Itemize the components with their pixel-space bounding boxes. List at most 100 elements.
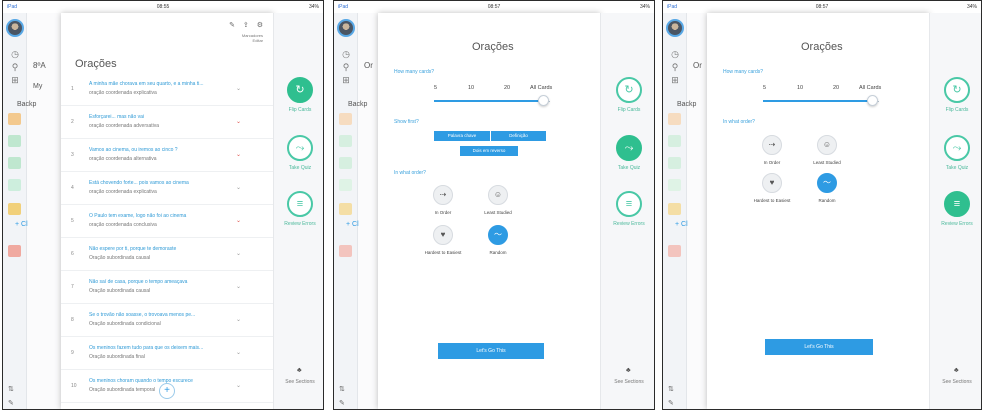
list-item[interactable]: 8 Se o trovão não soasse, o trovoava men…: [61, 304, 273, 337]
user-sub[interactable]: Editar: [242, 38, 263, 43]
search-icon[interactable]: ⚲: [340, 62, 352, 72]
chevron-down-icon[interactable]: ⌄: [236, 316, 241, 323]
random-icon[interactable]: 〜: [817, 173, 837, 193]
shuffle-icon[interactable]: ⤳: [944, 135, 970, 161]
deck-chip-red[interactable]: [8, 245, 21, 257]
show-first-definition[interactable]: Definição: [490, 131, 546, 141]
deck-chip-green-3[interactable]: [339, 179, 352, 191]
chevron-down-icon[interactable]: ⌄: [236, 217, 241, 224]
see-sections-label[interactable]: See Sections: [276, 379, 323, 385]
sort-icon[interactable]: ⇅: [668, 385, 674, 393]
count-option-10[interactable]: 10: [468, 85, 474, 91]
deck-chip-orange[interactable]: [8, 113, 21, 125]
list-item[interactable]: 6 Não espere por ti, porque te demoraste…: [61, 238, 273, 271]
add-box-icon[interactable]: ⊞: [340, 75, 352, 85]
arrow-right-icon[interactable]: ⇢: [762, 135, 782, 155]
in-order-label[interactable]: In Order: [418, 210, 468, 215]
sort-icon[interactable]: ⇅: [339, 385, 345, 393]
heart-icon[interactable]: ♥: [433, 225, 453, 245]
count-option-20[interactable]: 20: [504, 85, 510, 91]
least-studied-label[interactable]: Least Studied: [473, 210, 523, 215]
deck-chip-orange[interactable]: [339, 113, 352, 125]
chevron-down-icon[interactable]: ⌄: [236, 250, 241, 257]
brain-icon[interactable]: ☺: [488, 185, 508, 205]
avatar[interactable]: [337, 19, 355, 37]
chevron-down-icon[interactable]: ⌄: [236, 382, 241, 389]
list-item[interactable]: 2 Esforçarei... mas não vai oração coord…: [61, 106, 273, 139]
deck-chip-green-2[interactable]: [339, 157, 352, 169]
folder-icon[interactable]: [339, 203, 352, 215]
avatar[interactable]: [666, 19, 684, 37]
count-option-5[interactable]: 5: [434, 85, 437, 91]
deck-chip-red[interactable]: [339, 245, 352, 257]
count-option-all[interactable]: All Cards: [530, 85, 552, 91]
arrow-right-icon[interactable]: ⇢: [433, 185, 453, 205]
search-icon[interactable]: ⚲: [669, 62, 681, 72]
count-slider-handle[interactable]: [538, 95, 549, 106]
lets-go-button[interactable]: Let's Go This: [438, 343, 544, 359]
chevron-down-icon[interactable]: ⌄: [236, 151, 241, 158]
gear-icon[interactable]: ⚙: [257, 22, 263, 29]
review-errors-label[interactable]: Review Errors: [276, 221, 323, 227]
deck-chip-green-3[interactable]: [8, 179, 21, 191]
share-icon[interactable]: ⇪: [243, 22, 249, 29]
settings-icon[interactable]: ✎: [8, 399, 14, 407]
chevron-down-icon[interactable]: ⌄: [236, 184, 241, 191]
deck-chip-green[interactable]: [668, 135, 681, 147]
shuffle-icon[interactable]: ⤳: [287, 135, 313, 161]
folder-icon[interactable]: [8, 203, 21, 215]
lets-go-button[interactable]: Let's Go This: [765, 339, 873, 355]
add-card-button[interactable]: +: [159, 383, 175, 399]
sections-icon[interactable]: ♣: [297, 367, 302, 374]
flip-cards-label[interactable]: Flip Cards: [933, 107, 981, 113]
count-option-10[interactable]: 10: [797, 85, 803, 91]
hardest-label[interactable]: Hardest to Easiest: [747, 198, 797, 203]
chevron-down-icon[interactable]: ⌄: [236, 283, 241, 290]
deck-chip-green-2[interactable]: [668, 157, 681, 169]
list-item[interactable]: 9 Os meninos fazem tudo para que os deix…: [61, 337, 273, 370]
in-order-label[interactable]: In Order: [747, 160, 797, 165]
list-icon[interactable]: ≡: [616, 191, 642, 217]
deck-chip-green[interactable]: [8, 135, 21, 147]
sections-icon[interactable]: ♣: [626, 367, 631, 374]
breadcrumb[interactable]: 8ºA: [33, 61, 46, 70]
search-icon[interactable]: ⚲: [9, 62, 21, 72]
chevron-down-icon[interactable]: ⌄: [236, 118, 241, 125]
refresh-icon[interactable]: ↻: [944, 77, 970, 103]
sections-icon[interactable]: ♣: [954, 367, 959, 374]
clock-icon[interactable]: ◷: [340, 49, 352, 59]
random-label[interactable]: Random: [802, 198, 852, 203]
add-box-icon[interactable]: ⊞: [9, 75, 21, 85]
review-errors-label[interactable]: Review Errors: [605, 221, 653, 227]
avatar[interactable]: [6, 19, 24, 37]
review-errors-label[interactable]: Review Errors: [933, 221, 981, 227]
least-studied-label[interactable]: Least Studied: [802, 160, 852, 165]
list-icon[interactable]: ≡: [944, 191, 970, 217]
chevron-down-icon[interactable]: ⌄: [236, 349, 241, 356]
take-quiz-label[interactable]: Take Quiz: [933, 165, 981, 171]
add-class-label[interactable]: + Cl: [346, 221, 359, 228]
list-item[interactable]: 5 O Paulo tem exame, logo não foi ao cin…: [61, 205, 273, 238]
list-item[interactable]: 3 Vamos ao cinema, ou iremos ao cinco ? …: [61, 139, 273, 172]
heart-icon[interactable]: ♥: [762, 173, 782, 193]
folder-icon[interactable]: [668, 203, 681, 215]
flip-cards-label[interactable]: Flip Cards: [605, 107, 653, 113]
count-slider-handle[interactable]: [867, 95, 878, 106]
settings-icon[interactable]: ✎: [668, 399, 674, 407]
take-quiz-label[interactable]: Take Quiz: [276, 165, 323, 171]
clock-icon[interactable]: ◷: [669, 49, 681, 59]
deck-chip-orange[interactable]: [668, 113, 681, 125]
edit-icon[interactable]: ✎: [229, 22, 235, 29]
list-icon[interactable]: ≡: [287, 191, 313, 217]
refresh-icon[interactable]: ↻: [287, 77, 313, 103]
deck-chip-green-2[interactable]: [8, 157, 21, 169]
count-option-20[interactable]: 20: [833, 85, 839, 91]
add-class-label[interactable]: + Cl: [15, 221, 28, 228]
count-option-all[interactable]: All Cards: [859, 85, 881, 91]
list-item[interactable]: 4 Está chovendo forte... pois vamos ao c…: [61, 172, 273, 205]
list-item[interactable]: 1 A minha mãe chorava em seu quarto, e a…: [61, 73, 273, 106]
list-item[interactable]: 7 Não saí de casa, porque o tempo ameaça…: [61, 271, 273, 304]
random-icon[interactable]: 〜: [488, 225, 508, 245]
refresh-icon[interactable]: ↻: [616, 77, 642, 103]
show-first-both[interactable]: Dois em reverso: [460, 146, 518, 156]
